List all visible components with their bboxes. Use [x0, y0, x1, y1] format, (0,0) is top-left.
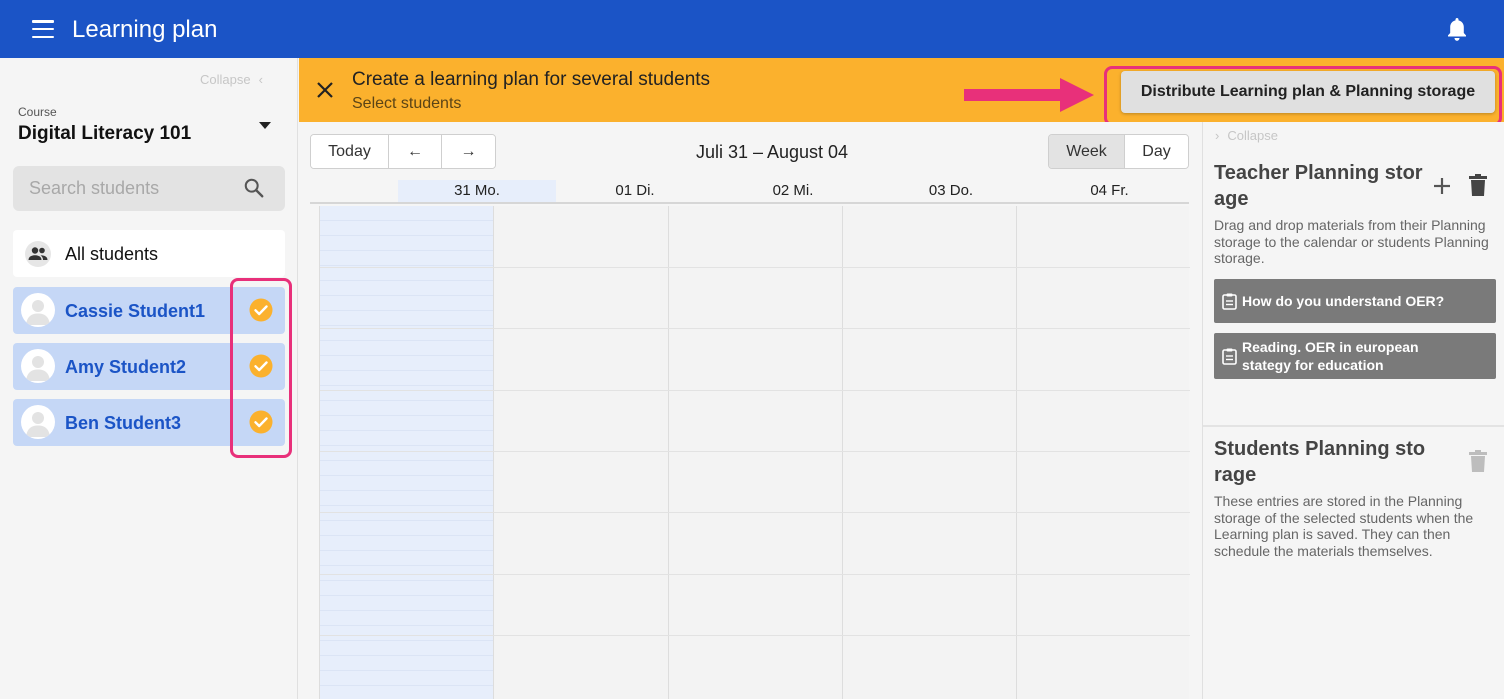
distribute-highlight-annotation	[1104, 66, 1502, 126]
checkmarks-highlight-annotation	[230, 278, 292, 458]
panel-divider	[1203, 425, 1504, 427]
search-students-input[interactable]	[29, 177, 239, 199]
today-column[interactable]	[320, 206, 493, 699]
day-header[interactable]: 03 Do.	[872, 180, 1030, 204]
avatar-icon	[21, 293, 55, 327]
grid-row-divider	[320, 451, 1190, 452]
grid-row-divider	[320, 267, 1190, 268]
clipboard-icon	[1222, 293, 1237, 310]
panel-collapse-button[interactable]: › Collapse	[1215, 128, 1278, 143]
calendar-grid[interactable]	[319, 206, 1190, 699]
teacher-storage-description: Drag and drop materials from their Plann…	[1214, 217, 1489, 266]
grid-row-divider	[320, 574, 1190, 575]
panel-collapse-label: Collapse	[1227, 128, 1278, 143]
group-icon	[25, 241, 51, 267]
all-students-label: All students	[65, 244, 159, 264]
material-title: How do you understand OER?	[1242, 293, 1445, 309]
planning-storage-panel: › Collapse Teacher Planning storage Drag …	[1202, 122, 1504, 699]
chevron-right-icon: ›	[1215, 128, 1220, 143]
banner-title: Create a learning plan for several stude…	[352, 69, 711, 90]
close-icon[interactable]	[315, 80, 335, 100]
chevron-left-icon: ‹	[258, 72, 263, 87]
sidebar-collapse-label: Collapse	[200, 72, 251, 87]
trash-icon[interactable]	[1469, 174, 1487, 196]
clipboard-icon	[1222, 348, 1237, 365]
material-item[interactable]: Reading. OER in european stategy for edu…	[1214, 333, 1496, 379]
calendar-toolbar: Today ← → Juli 31 – August 04 Week Day	[299, 122, 1202, 180]
trash-icon[interactable]	[1469, 450, 1487, 472]
grid-column-divider	[842, 206, 843, 699]
grid-row-divider	[320, 328, 1190, 329]
day-header[interactable]: 31 Mo.	[398, 180, 556, 204]
dropdown-arrow-icon[interactable]	[259, 122, 271, 129]
grid-column-divider	[493, 206, 494, 699]
add-icon[interactable]	[1432, 176, 1452, 196]
grid-row-divider	[320, 390, 1190, 391]
student-name: Cassie Student1	[65, 301, 206, 321]
student-name: Amy Student2	[65, 357, 187, 377]
hamburger-menu-icon[interactable]	[32, 20, 54, 38]
grid-column-divider	[668, 206, 669, 699]
teacher-storage-title: Teacher Planning storage	[1214, 162, 1423, 210]
avatar-icon	[21, 349, 55, 383]
day-view-button[interactable]: Day	[1125, 135, 1188, 168]
avatar-icon	[21, 405, 55, 439]
course-select[interactable]: Digital Literacy 101	[18, 123, 191, 145]
students-storage-description: These entries are stored in the Planning…	[1214, 493, 1474, 559]
students-storage-title: Students Planning storage	[1214, 438, 1426, 486]
grid-column-divider	[1016, 206, 1017, 699]
material-title: Reading. OER in european stategy for edu…	[1242, 339, 1419, 373]
search-box	[13, 166, 285, 211]
header-divider	[310, 202, 398, 204]
day-header[interactable]: 02 Mi.	[714, 180, 872, 204]
material-item[interactable]: How do you understand OER?	[1214, 279, 1496, 323]
grid-row-divider	[320, 635, 1190, 636]
view-toggle-group: Week Day	[1048, 134, 1189, 169]
day-header[interactable]: 01 Di.	[556, 180, 714, 204]
app-bar: Learning plan	[0, 0, 1504, 58]
student-name: Ben Student3	[65, 413, 182, 433]
notification-bell-icon[interactable]	[1447, 18, 1467, 42]
week-view-button[interactable]: Week	[1049, 135, 1125, 168]
sidebar-collapse-button[interactable]: Collapse ‹	[200, 72, 263, 87]
all-students-item[interactable]: All students	[13, 230, 285, 277]
banner-subtitle: Select students	[352, 95, 462, 112]
pointer-arrow-icon	[964, 78, 1094, 112]
page-title: Learning plan	[72, 16, 218, 43]
day-header[interactable]: 04 Fr.	[1030, 180, 1189, 204]
course-caption: Course	[18, 105, 57, 119]
search-icon[interactable]	[243, 177, 265, 199]
grid-row-divider	[320, 512, 1190, 513]
